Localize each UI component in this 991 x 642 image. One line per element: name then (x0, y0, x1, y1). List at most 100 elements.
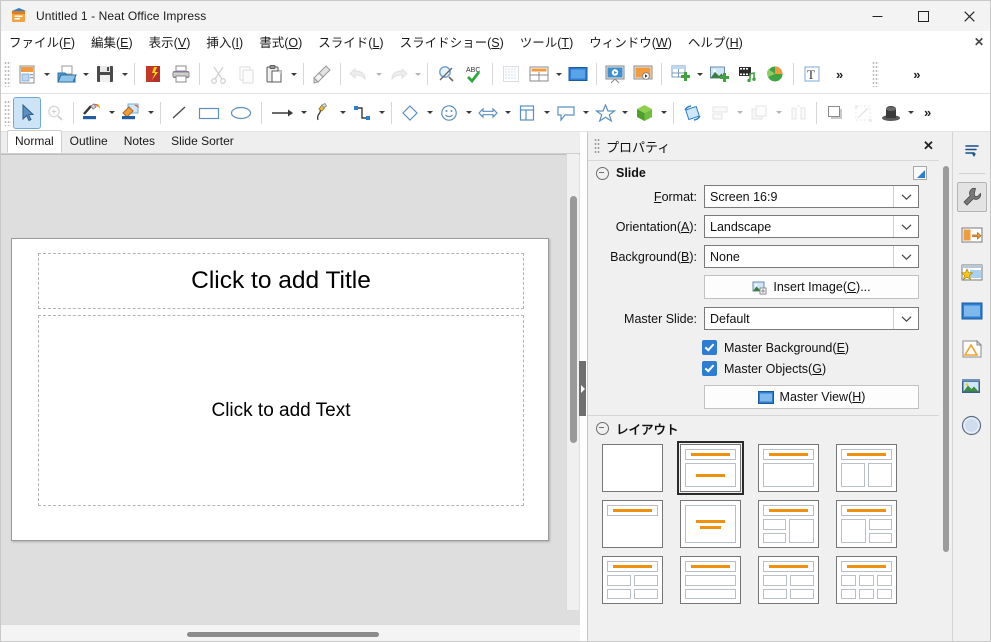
sidebar-tab-animation[interactable] (957, 258, 987, 288)
open-document-dropdown[interactable] (80, 60, 91, 88)
insert-chart-button[interactable] (762, 59, 788, 89)
tab-outline[interactable]: Outline (62, 130, 116, 153)
layout-centered-text[interactable] (680, 500, 741, 548)
format-select[interactable]: Screen 16:9 (704, 185, 919, 208)
callouts-button[interactable] (553, 98, 579, 128)
filter-dropdown[interactable] (905, 99, 916, 127)
layout-two-content-right-split[interactable] (836, 500, 897, 548)
chevron-down-icon[interactable] (893, 308, 918, 329)
title-placeholder[interactable]: Click to add Title (38, 253, 524, 309)
layout-title-body[interactable] (758, 444, 819, 492)
paste-button[interactable] (261, 59, 287, 89)
redo-button[interactable] (385, 59, 411, 89)
line-color-button[interactable] (79, 98, 105, 128)
toolbar-grip-2[interactable] (872, 61, 880, 87)
insert-arrow-button[interactable] (267, 98, 297, 128)
horizontal-scroll-thumb[interactable] (187, 632, 379, 637)
cut-button[interactable] (205, 59, 231, 89)
spelling-button[interactable]: ABC (461, 59, 487, 89)
insert-text-box-button[interactable]: T (799, 59, 825, 89)
stars-button[interactable] (592, 98, 618, 128)
find-replace-button[interactable] (433, 59, 459, 89)
sidebar-scroll-thumb[interactable] (943, 166, 949, 552)
orientation-select[interactable]: Landscape (704, 215, 919, 238)
copy-button[interactable] (233, 59, 259, 89)
background-select[interactable]: None (704, 245, 919, 268)
start-from-first-slide-button[interactable] (602, 59, 628, 89)
flowchart-dropdown[interactable] (541, 99, 552, 127)
basic-shapes-dropdown[interactable] (424, 99, 435, 127)
slide-edit-area[interactable]: Click to add Title Click to add Text (1, 154, 580, 624)
close-document-button[interactable]: ✕ (974, 35, 984, 49)
align-dropdown[interactable] (734, 99, 745, 127)
sidebar-tab-navigator[interactable] (957, 410, 987, 440)
edit-area-vertical-scrollbar[interactable] (566, 154, 579, 610)
sidebar-close-button[interactable]: ✕ (920, 137, 937, 154)
layout-stacked-content[interactable] (680, 556, 741, 604)
sidebar-tab-styles[interactable] (957, 334, 987, 364)
layout-four-content[interactable] (602, 556, 663, 604)
layout-title-content[interactable] (677, 441, 744, 495)
symbol-shapes-dropdown[interactable] (463, 99, 474, 127)
curves-dropdown[interactable] (337, 99, 348, 127)
block-arrows-button[interactable] (475, 98, 501, 128)
sidebar-tab-properties[interactable] (956, 182, 987, 212)
insert-arrow-dropdown[interactable] (298, 99, 309, 127)
new-document-dropdown[interactable] (41, 60, 52, 88)
clone-formatting-button[interactable] (309, 59, 335, 89)
start-from-current-slide-button[interactable] (630, 59, 656, 89)
chevron-down-icon[interactable] (893, 186, 918, 207)
display-views-button[interactable] (526, 59, 552, 89)
sidebar-grip[interactable] (594, 138, 600, 154)
basic-shapes-button[interactable] (397, 98, 423, 128)
menu-format[interactable]: 書式(O) (252, 33, 309, 53)
sidebar-tab-slide-transition[interactable] (957, 220, 987, 250)
chevron-down-icon[interactable] (893, 216, 918, 237)
slide-panel-more-options-button[interactable] (913, 166, 927, 180)
menu-file[interactable]: ファイル(F) (2, 33, 82, 53)
close-window-button[interactable] (946, 1, 990, 31)
filter-button[interactable] (878, 98, 904, 128)
rotate-button[interactable] (679, 98, 705, 128)
layout-two-content[interactable] (836, 444, 897, 492)
tab-slide-sorter[interactable]: Slide Sorter (163, 130, 242, 153)
standard-toolbar-overflow[interactable]: » (832, 67, 846, 82)
layout-blank[interactable] (602, 444, 663, 492)
paste-dropdown[interactable] (288, 60, 299, 88)
menu-window[interactable]: ウィンドウ(W) (582, 33, 679, 53)
select-tool-button[interactable] (13, 96, 41, 129)
insert-ellipse-button[interactable] (226, 98, 256, 128)
standard-toolbar-overflow-2[interactable]: » (909, 67, 923, 82)
shadow-button[interactable] (822, 98, 848, 128)
menu-slideshow[interactable]: スライドショー(S) (393, 33, 511, 53)
edit-area-horizontal-scrollbar[interactable] (1, 624, 580, 641)
fill-color-button[interactable] (118, 98, 144, 128)
open-document-button[interactable] (53, 59, 79, 89)
menu-slide[interactable]: スライド(L) (311, 33, 390, 53)
tab-notes[interactable]: Notes (116, 130, 163, 153)
chevron-down-icon[interactable] (893, 246, 918, 267)
callouts-dropdown[interactable] (580, 99, 591, 127)
line-color-dropdown[interactable] (106, 99, 117, 127)
save-dropdown[interactable] (119, 60, 130, 88)
master-slide-select[interactable]: Default (704, 307, 919, 330)
master-background-checkbox[interactable]: Master Background(E) (702, 337, 939, 358)
fill-color-dropdown[interactable] (145, 99, 156, 127)
insert-image-sidebar-button[interactable]: Insert Image(C)... (704, 275, 919, 299)
insert-table-dropdown[interactable] (694, 60, 705, 88)
menu-insert[interactable]: 挿入(I) (199, 33, 250, 53)
flowchart-button[interactable] (514, 98, 540, 128)
insert-image-button[interactable] (706, 59, 732, 89)
symbol-shapes-button[interactable] (436, 98, 462, 128)
maximize-button[interactable] (900, 1, 946, 31)
new-document-button[interactable] (14, 59, 40, 89)
undo-dropdown[interactable] (373, 60, 384, 88)
print-button[interactable] (168, 59, 194, 89)
connectors-button[interactable] (349, 98, 375, 128)
redo-dropdown[interactable] (412, 60, 423, 88)
layout-two-by-two[interactable] (758, 556, 819, 604)
export-pdf-button[interactable] (140, 59, 166, 89)
drawing-toolbar-grip[interactable] (4, 99, 11, 126)
save-button[interactable] (92, 59, 118, 89)
layout-two-content-left-split[interactable] (758, 500, 819, 548)
